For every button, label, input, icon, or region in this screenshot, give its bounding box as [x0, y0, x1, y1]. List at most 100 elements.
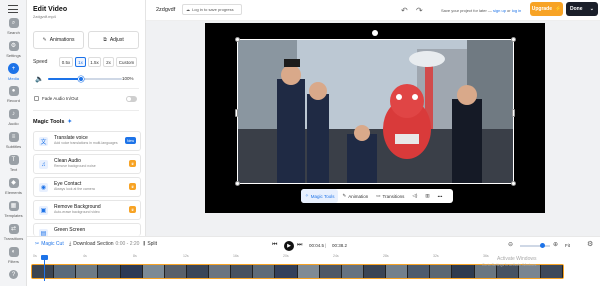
timeline-settings-icon[interactable]: ⚙ [587, 240, 593, 248]
menu-icon[interactable] [8, 5, 18, 13]
playhead[interactable] [41, 255, 48, 281]
tool-translate-voice[interactable]: 文 Translate voice Add voice translations… [33, 131, 141, 151]
volume-slider-knob[interactable] [78, 76, 85, 82]
undo-icon[interactable]: ↶ [401, 6, 408, 15]
speed-option-0.5x[interactable]: 0.5x [59, 57, 73, 67]
track-thumbnail [386, 265, 409, 278]
log-in-link[interactable]: log in [512, 8, 522, 13]
video-frame [237, 39, 514, 184]
resize-handle-tr[interactable] [511, 37, 516, 42]
nav-item-search[interactable]: ⌕ Search [0, 18, 27, 40]
skip-back-icon[interactable]: ⏮ [272, 242, 277, 249]
speed-option-2x[interactable]: 2x [103, 57, 114, 67]
nav-item-media[interactable]: + Media [0, 63, 27, 85]
nav-item-record[interactable]: ● Record [0, 86, 27, 108]
zoom-in-icon[interactable]: ⊕ [553, 241, 558, 248]
zoom-slider-knob[interactable] [540, 243, 545, 248]
text-icon: T [8, 155, 19, 165]
top-bar: 2zdgvdf ☁ Log in to save progress ↶ ↷ Sa… [146, 0, 600, 21]
more-options-button[interactable]: ••• [434, 189, 447, 203]
nav-item-text[interactable]: T Text [0, 155, 27, 177]
track-thumbnail [363, 265, 386, 278]
delete-button[interactable]: ▥ [421, 189, 433, 203]
resize-handle-br[interactable] [511, 181, 516, 186]
transitions-button[interactable]: ▭ Transitions [372, 189, 408, 203]
nav-item-audio[interactable]: ♪ Audio [0, 109, 27, 131]
magic-cut-label: Magic Cut [41, 241, 64, 247]
tool-clean-audio[interactable]: ♫ Clean Audio Remove background noise ♛ [33, 154, 141, 174]
fade-audio-checkbox[interactable] [34, 96, 39, 101]
nav-item-transitions[interactable]: ⇄ Transitions [0, 224, 27, 246]
skip-forward-icon[interactable]: ⏭ [297, 242, 302, 249]
speed-label: Speed [33, 59, 48, 65]
resize-handle-bl[interactable] [235, 181, 240, 186]
track-thumbnail [452, 265, 475, 278]
video-canvas[interactable] [205, 23, 545, 213]
transitions-label: Transitions [382, 193, 405, 199]
redo-icon[interactable]: ↷ [416, 6, 423, 15]
volume-icon[interactable]: 🔈 [35, 75, 44, 83]
upgrade-label: Upgrade [531, 6, 553, 12]
zoom-slider[interactable] [520, 243, 550, 248]
sign-up-link[interactable]: sign up [493, 8, 506, 13]
nav-label: Search [7, 30, 20, 35]
activate-windows-subtitle: Go to Settings to activate Windows. [482, 263, 538, 267]
speed-option-1x[interactable]: 1x [75, 57, 86, 67]
help-icon[interactable]: ? [9, 270, 18, 279]
time-separator: | [325, 243, 327, 248]
nav-item-subtitles[interactable]: ≡ Subtitles [0, 132, 27, 154]
speed-option-1.5x[interactable]: 1.5x [88, 57, 101, 67]
speed-option-custom[interactable]: Custom [116, 57, 137, 67]
new-badge: New [124, 137, 136, 144]
save-note-prefix: Save your project for later — [441, 8, 494, 13]
tool-green-screen[interactable]: ▤ Green Screen [33, 223, 141, 238]
project-name[interactable]: 2zdgvdf [156, 7, 175, 13]
login-to-save-button[interactable]: ☁ Log in to save progress [182, 4, 242, 15]
templates-icon: ▦ [8, 201, 19, 211]
resize-handle-tl[interactable] [235, 37, 240, 42]
nav-item-templates[interactable]: ▦ Templates [0, 201, 27, 223]
subtitles-icon: ≡ [8, 132, 19, 142]
zoom-out-icon[interactable]: ⊖ [508, 241, 513, 248]
rotate-handle[interactable] [372, 30, 378, 36]
download-range: 0:00 - 2:20 [115, 241, 140, 247]
volume-value: 100% [122, 76, 134, 81]
tool-remove-background[interactable]: ▣ Remove Background Auto-erase backgroun… [33, 200, 141, 220]
split-button[interactable]: ⫼ Split [143, 241, 157, 247]
lightning-icon: ⚡ [555, 6, 562, 12]
magic-tools-label: Magic Tools [33, 119, 65, 125]
record-icon: ● [8, 86, 19, 96]
adjust-button[interactable]: ⧉ Adjust [88, 31, 139, 49]
play-button[interactable]: ▶ [284, 241, 294, 251]
resize-handle-right[interactable] [512, 109, 515, 117]
nav-item-settings[interactable]: ⚙ Settings [0, 41, 27, 63]
animations-button[interactable]: ✎ Animations [33, 31, 84, 49]
remove-background-icon: ▣ [39, 206, 48, 215]
volume-button[interactable]: ◁) [408, 189, 421, 203]
nav-item-filters[interactable]: ◐ Filters [0, 247, 27, 269]
tool-desc: Remove background noise [54, 164, 96, 168]
adjust-icon: ⧉ [103, 37, 107, 43]
resize-handle-left[interactable] [235, 109, 238, 117]
animation-icon: ✎ [342, 193, 347, 198]
magic-cut-button[interactable]: ✂ Magic Cut [35, 241, 64, 247]
video-frame-illustration [237, 39, 514, 184]
nav-label: Settings [6, 53, 21, 58]
tool-eye-contact[interactable]: ◉ Eye Contact Always look at the camera … [33, 177, 141, 197]
play-icon: ▶ [287, 243, 291, 249]
done-button[interactable]: Done ⌄ [566, 2, 598, 16]
magic-tools-button[interactable]: ✧ Magic Tools [301, 189, 339, 203]
upgrade-button[interactable]: Upgrade ⚡ [530, 2, 563, 16]
fade-audio-toggle[interactable] [126, 96, 137, 102]
eye-icon: ◉ [39, 183, 48, 192]
download-section-button[interactable]: ⤓ Download Section 0:00 - 2:20 [69, 241, 139, 247]
canvas-area: ✧ Magic Tools ✎ Animation ▭ Transitions … [146, 21, 600, 236]
tick-label: 4s [83, 254, 87, 258]
nav-label: Templates [4, 213, 23, 218]
nav-item-elements[interactable]: ◆ Elements [0, 178, 27, 200]
volume-slider[interactable] [48, 76, 122, 82]
animation-button[interactable]: ✎ Animation [338, 189, 372, 203]
fit-button[interactable]: Fit [565, 243, 570, 248]
nav-label: Record [7, 98, 20, 103]
animations-icon: ✎ [42, 37, 47, 43]
